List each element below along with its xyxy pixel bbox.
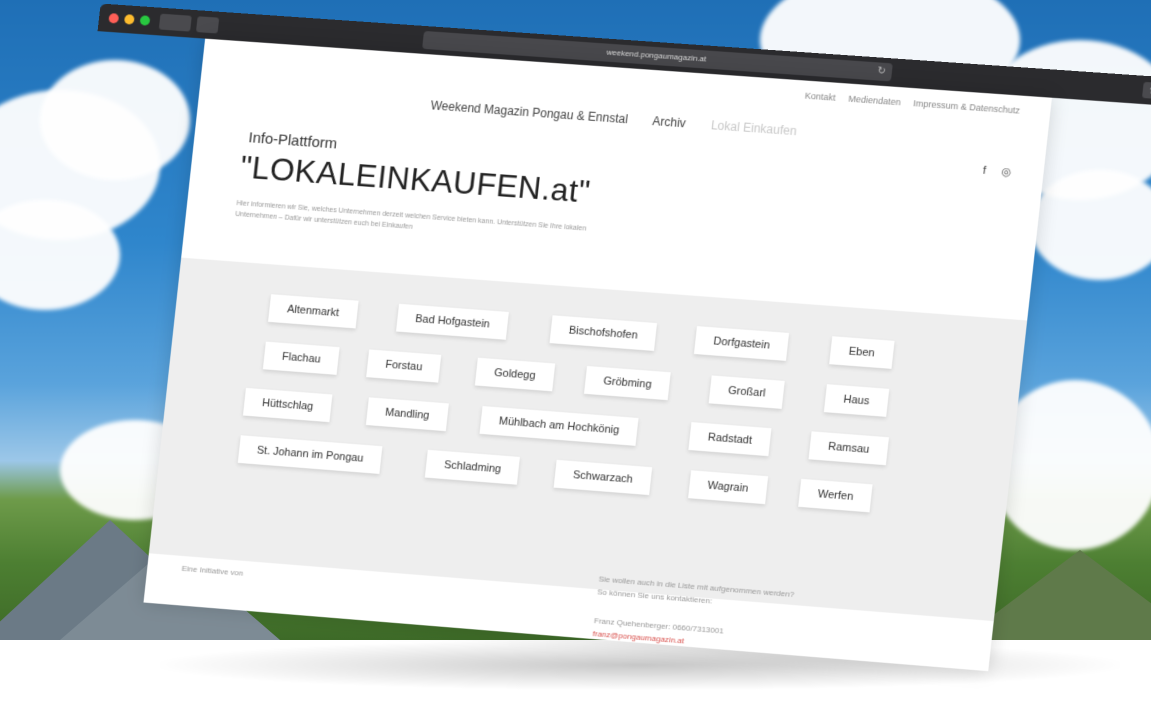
- maximize-window-button[interactable]: [139, 15, 151, 26]
- nav-link-mediendaten[interactable]: Mediendaten: [848, 94, 901, 108]
- town-button-altenmarkt[interactable]: Altenmarkt: [268, 294, 359, 329]
- nav-link-impressum[interactable]: Impressum & Datenschutz: [913, 98, 1021, 115]
- town-button-wagrain[interactable]: Wagrain: [688, 470, 768, 505]
- town-button-radstadt[interactable]: Radstadt: [688, 422, 772, 457]
- social-links: f ◎: [970, 163, 1012, 179]
- town-button-bischofshofen[interactable]: Bischofshofen: [549, 315, 658, 351]
- footer-initiative: Eine Initiative von: [181, 563, 244, 578]
- sidebar-toggle-button[interactable]: [195, 16, 220, 34]
- town-button-mandling[interactable]: Mandling: [365, 397, 449, 432]
- town-button-forstau[interactable]: Forstau: [366, 349, 442, 383]
- town-button-flachau[interactable]: Flachau: [262, 341, 340, 375]
- town-button-ramsau[interactable]: Ramsau: [808, 431, 889, 466]
- town-button-goldegg[interactable]: Goldegg: [474, 357, 555, 392]
- web-page: Kontakt Mediendaten Impressum & Datensch…: [143, 38, 1052, 672]
- town-button-grossarl[interactable]: Großarl: [708, 375, 786, 409]
- town-button-huettschlag[interactable]: Hüttschlag: [242, 387, 333, 423]
- top-navigation: Kontakt Mediendaten Impressum & Datensch…: [794, 90, 1021, 116]
- back-forward-buttons[interactable]: [158, 13, 192, 32]
- nav-link-brand[interactable]: Weekend Magazin Pongau & Ennstal: [430, 98, 629, 126]
- browser-window: weekend.pongaumagazin.at ↻ ⇪ + ⧉ Kontakt…: [36, 3, 1151, 684]
- nav-link-kontakt[interactable]: Kontakt: [805, 91, 837, 103]
- town-button-groebming[interactable]: Gröbming: [583, 365, 672, 401]
- instagram-icon[interactable]: ◎: [1001, 166, 1012, 179]
- main-navigation: Weekend Magazin Pongau & Ennstal Archiv …: [430, 98, 819, 139]
- minimize-window-button[interactable]: [123, 14, 135, 25]
- close-window-button[interactable]: [108, 13, 120, 24]
- town-button-st-johann-im-pongau[interactable]: St. Johann im Pongau: [237, 435, 383, 474]
- town-button-haus[interactable]: Haus: [823, 384, 889, 417]
- nav-link-archiv[interactable]: Archiv: [652, 114, 687, 130]
- page-kicker: Info-Plattform: [247, 129, 339, 153]
- town-button-schladming[interactable]: Schladming: [424, 449, 521, 485]
- town-grid: Altenmarkt Bad Hofgastein Bischofshofen …: [148, 257, 1028, 622]
- town-button-dorfgastein[interactable]: Dorfgastein: [693, 326, 790, 361]
- url-text: weekend.pongaumagazin.at: [606, 47, 707, 64]
- nav-link-current[interactable]: Lokal Einkaufen: [710, 118, 797, 138]
- facebook-icon[interactable]: f: [982, 165, 986, 177]
- town-button-schwarzach[interactable]: Schwarzach: [553, 459, 653, 496]
- town-button-bad-hofgastein[interactable]: Bad Hofgastein: [396, 303, 510, 340]
- town-button-eben[interactable]: Eben: [829, 336, 895, 369]
- town-button-muehlbach-am-hochkoenig[interactable]: Mühlbach am Hochkönig: [479, 406, 639, 446]
- share-icon[interactable]: ⇪: [1141, 81, 1151, 100]
- town-button-werfen[interactable]: Werfen: [798, 478, 873, 513]
- reload-icon[interactable]: ↻: [877, 65, 887, 78]
